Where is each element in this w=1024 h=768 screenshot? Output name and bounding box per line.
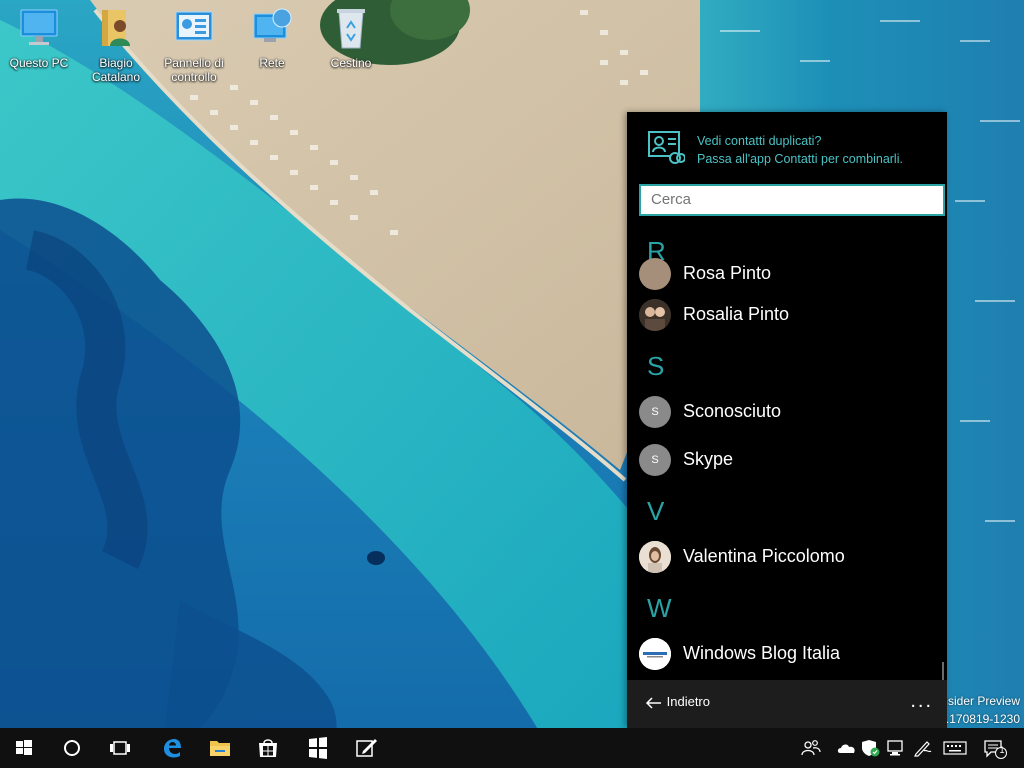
contact-name: Rosalia Pinto xyxy=(683,304,790,324)
avatar xyxy=(639,299,671,331)
recycle-bin-icon xyxy=(337,9,365,49)
avatar: S xyxy=(639,444,671,476)
insider-watermark: Insider Preview xyxy=(937,694,1020,708)
avatar xyxy=(639,258,671,290)
start-button[interactable] xyxy=(0,728,48,768)
avatar: S xyxy=(639,396,671,428)
people-icon xyxy=(801,740,821,756)
store-icon xyxy=(259,739,277,757)
touch-keyboard-button[interactable] xyxy=(940,728,967,768)
contact-rosalia-pinto[interactable]: Rosalia Pinto xyxy=(627,293,939,337)
photo-avatar-icon xyxy=(639,541,671,573)
start-icon xyxy=(16,740,32,755)
desktop-icon-label: Cestino xyxy=(330,56,372,70)
group-header-w[interactable]: W xyxy=(647,593,672,624)
contact-name: Windows Blog Italia xyxy=(683,643,841,663)
windows-defender-button[interactable] xyxy=(294,728,342,768)
desktop-icon-recycle-bin[interactable]: Cestino xyxy=(313,6,389,70)
search-input[interactable] xyxy=(639,184,945,216)
contact-windows-blog-italia[interactable]: Windows Blog Italia xyxy=(627,632,939,676)
pen-tray-button[interactable] xyxy=(910,728,936,768)
avatar xyxy=(639,541,671,573)
contact-sconosciuto[interactable]: S Sconosciuto xyxy=(627,390,939,434)
cortana-button[interactable] xyxy=(48,728,96,768)
back-label: Indietro xyxy=(666,694,710,709)
duplicate-banner-text: Vedi contatti duplicati? Passa all'app C… xyxy=(697,132,903,168)
contact-skype[interactable]: S Skype xyxy=(627,438,939,482)
desktop-icon-control-panel[interactable]: Pannello di controllo xyxy=(156,6,232,84)
contacts-list: R Rosa Pinto Rosalia Pinto S S Sconosciu… xyxy=(627,230,947,680)
desktop-icon-label: Pannello di controllo xyxy=(164,56,224,84)
contact-name: Sconosciuto xyxy=(683,401,782,421)
ink-note-button[interactable] xyxy=(342,728,390,768)
user-folder-icon xyxy=(102,10,130,46)
onedrive-icon xyxy=(837,744,855,753)
onedrive-tray-button[interactable] xyxy=(834,728,860,768)
desktop-icon-label: Biagio Catalano xyxy=(91,56,141,84)
people-footer: Indietro ... xyxy=(627,680,947,728)
network-icon xyxy=(887,740,903,756)
windows-defender-icon xyxy=(309,737,327,759)
group-header-v[interactable]: V xyxy=(647,496,664,527)
contact-name: Rosa Pinto xyxy=(683,263,772,283)
contact-rosa-pinto[interactable]: Rosa Pinto xyxy=(627,252,939,296)
action-center-button[interactable]: 1 xyxy=(980,728,1007,768)
file-explorer-button[interactable] xyxy=(196,728,244,768)
duplicate-banner-title: Vedi contatti duplicati? xyxy=(697,134,822,148)
notification-count: 1 xyxy=(999,745,1005,755)
desktop-icon-user-folder[interactable]: Biagio Catalano xyxy=(78,6,154,84)
control-panel-icon xyxy=(175,11,213,41)
ink-note-icon xyxy=(356,739,377,757)
people-tray-button[interactable] xyxy=(798,728,824,768)
task-view-icon xyxy=(110,741,130,755)
scrollbar[interactable] xyxy=(942,662,944,680)
file-explorer-icon xyxy=(210,741,230,756)
task-view-button[interactable] xyxy=(96,728,144,768)
cortana-icon xyxy=(64,740,80,756)
contact-valentina-piccolomo[interactable]: Valentina Piccolomo xyxy=(627,535,939,579)
security-tray-button[interactable] xyxy=(858,728,884,768)
avatar xyxy=(639,638,671,670)
computer-icon xyxy=(20,9,58,45)
edge-icon xyxy=(164,739,181,758)
duplicate-banner-subtitle: Passa all'app Contatti per combinarli. xyxy=(697,152,903,166)
more-options-button[interactable]: ... xyxy=(910,690,933,713)
desktop-icon-label: Questo PC xyxy=(9,56,69,70)
contact-card-icon xyxy=(648,131,685,164)
network-tray-button[interactable] xyxy=(883,728,909,768)
edge-button[interactable] xyxy=(148,728,196,768)
pen-icon xyxy=(914,741,932,757)
group-header-s[interactable]: S xyxy=(647,351,664,382)
network-icon xyxy=(253,8,292,42)
back-arrow-icon xyxy=(645,697,661,709)
windows-blog-logo-icon xyxy=(639,638,671,670)
store-button[interactable] xyxy=(244,728,292,768)
contact-name: Skype xyxy=(683,449,734,469)
photo-avatar-icon xyxy=(639,299,671,331)
desktop-icon-label: Rete xyxy=(259,56,285,70)
build-watermark: e.170819-1230 xyxy=(939,712,1020,726)
contact-name: Valentina Piccolomo xyxy=(683,546,845,566)
desktop-icon-this-pc[interactable]: Questo PC xyxy=(1,6,77,70)
taskbar: 1 xyxy=(0,728,1024,768)
keyboard-icon xyxy=(943,741,967,755)
duplicate-contacts-banner[interactable]: Vedi contatti duplicati? Passa all'app C… xyxy=(627,112,947,184)
security-icon xyxy=(862,740,880,757)
desktop-icon-network[interactable]: Rete xyxy=(234,6,310,70)
people-flyout: Vedi contatti duplicati? Passa all'app C… xyxy=(627,112,947,728)
back-button[interactable]: Indietro xyxy=(645,694,710,714)
